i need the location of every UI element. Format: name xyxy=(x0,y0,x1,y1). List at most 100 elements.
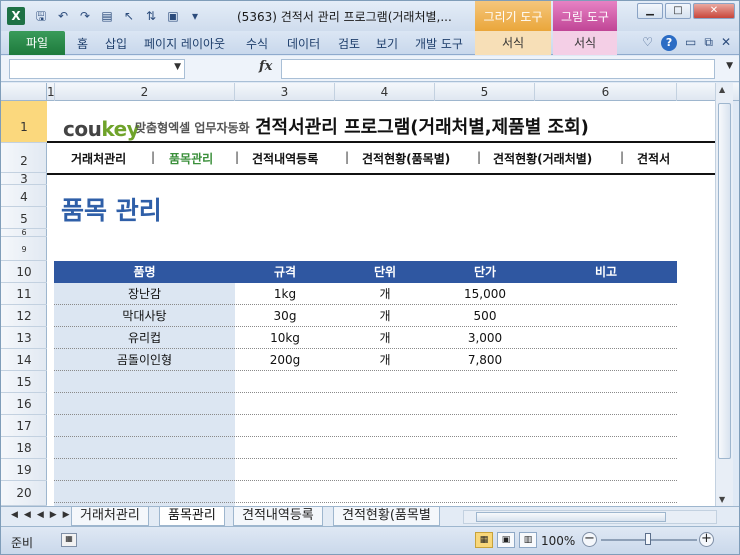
cell-spec[interactable]: 200g xyxy=(235,349,335,371)
cell-name[interactable]: 곰돌이인형 xyxy=(54,349,235,371)
table-row[interactable] xyxy=(54,393,677,415)
insert-function-icon[interactable]: fx xyxy=(259,59,272,74)
sheet-tab-clients[interactable]: 거래처관리 xyxy=(71,507,149,526)
cell-note[interactable] xyxy=(535,305,677,327)
page-layout-view-icon[interactable]: ▣ xyxy=(497,532,515,548)
select-all-corner[interactable] xyxy=(1,83,47,101)
row-header[interactable]: 1 xyxy=(1,101,47,143)
table-row[interactable] xyxy=(54,459,677,481)
doc-minimize-icon[interactable]: ▭ xyxy=(685,35,696,51)
row-header[interactable]: 10 xyxy=(1,261,47,283)
column-header[interactable]: 4 xyxy=(335,83,435,101)
cell-price[interactable]: 500 xyxy=(435,305,535,327)
formula-input[interactable] xyxy=(281,59,715,79)
nav-item-quote-by-product[interactable]: 견적현황(품목별) xyxy=(362,150,450,167)
row-header[interactable]: 5 xyxy=(1,207,47,229)
tab-page-layout[interactable]: 페이지 레이아웃 xyxy=(144,35,225,52)
zoom-slider-thumb[interactable] xyxy=(645,533,651,545)
tab-format-drawing[interactable]: 서식 xyxy=(475,31,551,55)
row-header[interactable]: 12 xyxy=(1,305,47,327)
select-pointer-icon[interactable]: ↖ xyxy=(121,8,137,24)
cell-spec[interactable]: 10kg xyxy=(235,327,335,349)
tab-home[interactable]: 홈 xyxy=(77,35,88,52)
table-row[interactable] xyxy=(54,481,677,503)
tab-format-picture[interactable]: 서식 xyxy=(553,31,617,55)
tab-data[interactable]: 데이터 xyxy=(287,35,320,52)
collapse-ribbon-icon[interactable]: ♡ xyxy=(642,35,653,51)
cell-price[interactable]: 7,800 xyxy=(435,349,535,371)
table-row[interactable] xyxy=(54,437,677,459)
cell-unit[interactable]: 개 xyxy=(335,349,435,371)
tab-insert[interactable]: 삽입 xyxy=(105,35,127,52)
scroll-up-icon[interactable]: ▲ xyxy=(719,85,725,94)
minimize-icon[interactable]: ▁ xyxy=(637,3,663,19)
nav-item-products[interactable]: 품목관리 xyxy=(169,150,213,167)
vertical-scroll-thumb[interactable] xyxy=(718,103,731,459)
row-header[interactable]: 15 xyxy=(1,371,47,393)
row-header[interactable]: 20 xyxy=(1,481,47,506)
form-icon[interactable]: ▤ xyxy=(99,8,115,24)
expand-formula-bar-icon[interactable]: ▼ xyxy=(726,61,733,71)
column-header[interactable]: 5 xyxy=(435,83,535,101)
undo-icon[interactable]: ↶ xyxy=(55,8,71,24)
cell-note[interactable] xyxy=(535,283,677,305)
cell-spec[interactable]: 30g xyxy=(235,305,335,327)
customize-dropdown-icon[interactable]: ▾ xyxy=(187,8,203,24)
row-header[interactable]: 16 xyxy=(1,393,47,415)
name-box[interactable]: ▼ xyxy=(9,59,185,79)
window-icon[interactable]: ▣ xyxy=(165,8,181,24)
horizontal-scroll-thumb[interactable] xyxy=(476,512,666,522)
cell-name[interactable]: 막대사탕 xyxy=(54,305,235,327)
nav-item-quote-by-client[interactable]: 견적현황(거래처별) xyxy=(493,150,592,167)
table-header-cell[interactable]: 단위 xyxy=(335,261,435,283)
table-row[interactable]: 유리컵 10kg 개 3,000 xyxy=(54,327,677,349)
table-header-cell[interactable]: 비고 xyxy=(535,261,677,283)
tab-review[interactable]: 검토 xyxy=(338,35,360,52)
table-row[interactable]: 장난감 1kg 개 15,000 xyxy=(54,283,677,305)
cell-unit[interactable]: 개 xyxy=(335,305,435,327)
help-icon[interactable]: ? xyxy=(661,35,678,51)
table-row[interactable]: 막대사탕 30g 개 500 xyxy=(54,305,677,327)
cell-price[interactable]: 15,000 xyxy=(435,283,535,305)
zoom-level[interactable]: 100% xyxy=(541,534,575,548)
row-header[interactable]: 6 xyxy=(1,229,47,237)
row-header[interactable]: 17 xyxy=(1,415,47,437)
row-header[interactable]: 11 xyxy=(1,283,47,305)
column-header[interactable]: 6 xyxy=(535,83,677,101)
nav-item-quote[interactable]: 견적서 xyxy=(637,150,670,167)
tab-formulas[interactable]: 수식 xyxy=(246,35,268,52)
sheet-tab-quote-entry[interactable]: 견적내역등록 xyxy=(233,507,323,526)
row-header[interactable]: 9 xyxy=(1,237,47,261)
cell-unit[interactable]: 개 xyxy=(335,283,435,305)
redo-icon[interactable]: ↷ xyxy=(77,8,93,24)
table-header-cell[interactable]: 품명 xyxy=(54,261,235,283)
save-icon[interactable]: 🖫 xyxy=(33,8,49,24)
macro-record-icon[interactable]: ▦ xyxy=(61,533,77,547)
row-header[interactable]: 14 xyxy=(1,349,47,371)
table-header-cell[interactable]: 규격 xyxy=(235,261,335,283)
row-header[interactable]: 19 xyxy=(1,459,47,481)
zoom-in-icon[interactable]: + xyxy=(699,532,714,547)
zoom-out-icon[interactable]: − xyxy=(582,532,597,547)
sheet-tab-products[interactable]: 품목관리 xyxy=(159,507,225,526)
cell-price[interactable]: 3,000 xyxy=(435,327,535,349)
row-header[interactable]: 2 xyxy=(1,143,47,173)
row-header[interactable]: 3 xyxy=(1,173,47,185)
column-header[interactable]: 3 xyxy=(235,83,335,101)
cell-name[interactable]: 장난감 xyxy=(54,283,235,305)
nav-item-clients[interactable]: 거래처관리 xyxy=(71,150,126,167)
tab-developer[interactable]: 개발 도구 xyxy=(415,35,463,52)
column-header[interactable]: 2 xyxy=(55,83,235,101)
table-row[interactable] xyxy=(54,415,677,437)
table-row[interactable] xyxy=(54,371,677,393)
cell-note[interactable] xyxy=(535,327,677,349)
sheet-tab-quote-by-product[interactable]: 견적현황(품목별 xyxy=(333,507,440,526)
close-icon[interactable]: ✕ xyxy=(693,3,735,19)
row-header[interactable]: 18 xyxy=(1,437,47,459)
vertical-scrollbar[interactable]: ▲ ▼ xyxy=(715,83,733,506)
tab-view[interactable]: 보기 xyxy=(376,35,398,52)
sort-icon[interactable]: ⇅ xyxy=(143,8,159,24)
table-row[interactable]: 곰돌이인형 200g 개 7,800 xyxy=(54,349,677,371)
doc-restore-icon[interactable]: ⧉ xyxy=(704,35,713,51)
cell-note[interactable] xyxy=(535,349,677,371)
